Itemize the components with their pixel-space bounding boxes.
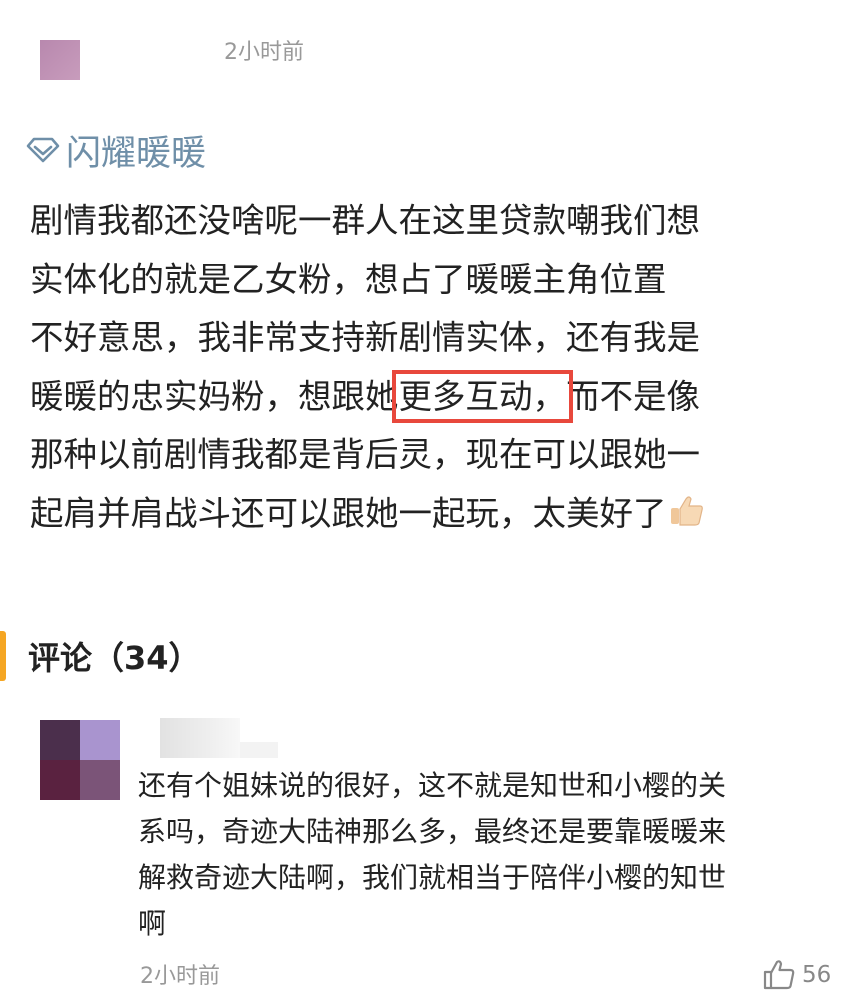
comment-line: 解救奇迹大陆啊，我们就相当于陪伴小樱的知世 (138, 861, 727, 894)
comment-line: 还有个姐妹说的很好，这不就是知世和小樱的关 (138, 769, 727, 802)
post-text-segment: 暖暖的忠实妈粉，想跟她 (30, 376, 399, 416)
comment-avatar[interactable] (40, 720, 120, 800)
avatar-tile (40, 720, 80, 760)
comment-username-redacted[interactable] (160, 718, 240, 758)
avatar-tile (40, 760, 80, 800)
section-accent-bar (0, 631, 6, 681)
diamond-icon (26, 137, 60, 163)
comment-time: 2小时前 (140, 964, 220, 989)
topic-tag[interactable]: 闪耀暖暖 (26, 126, 206, 174)
comment-username-redacted-tail (240, 742, 278, 758)
post-line: 暖暖的忠实妈粉，想跟她更多互动，而不是像 (30, 368, 830, 427)
comments-header: 评论（34） (0, 630, 201, 682)
post-line: 起肩并肩战斗还可以跟她一起玩，太美好了 (30, 485, 830, 544)
post-time: 2小时前 (224, 40, 304, 65)
comments-title: 评论（34） (28, 639, 201, 677)
post-text-segment: 起肩并肩战斗还可以跟她一起玩，太美好了 (30, 493, 667, 533)
post-line: 那种以前剧情我都是背后灵，现在可以跟她一 (30, 435, 700, 474)
post-text-segment: 而不是像 (566, 376, 700, 416)
like-count: 56 (802, 962, 832, 988)
like-button[interactable]: 56 (762, 958, 831, 992)
post-line: 不好意思，我非常支持新剧情实体，还有我是 (30, 318, 700, 357)
post-line: 实体化的就是乙女粉，想占了暖暖主角位置 (30, 259, 667, 299)
post-line: 剧情我都还没啥呢一群人在这里贷款嘲我们想 (30, 201, 700, 240)
post-author-avatar[interactable] (40, 40, 80, 80)
comment-line: 系吗，奇迹大陆神那么多，最终还是要靠暖暖来 (138, 815, 727, 848)
avatar-tile (80, 760, 120, 800)
avatar-tile (80, 720, 120, 760)
highlighted-phrase: 更多互动， (391, 369, 573, 423)
post-body: 剧情我都还没啥呢一群人在这里贷款嘲我们想 实体化的就是乙女粉，想占了暖暖主角位置… (30, 192, 830, 543)
comment-line: 啊 (138, 907, 167, 940)
comment-body: 还有个姐妹说的很好，这不就是知世和小樱的关 系吗，奇迹大陆神那么多，最终还是要靠… (138, 763, 838, 947)
topic-label: 闪耀暖暖 (66, 133, 207, 174)
thumbs-up-icon (763, 960, 795, 990)
thumbs-up-emoji (670, 496, 703, 526)
